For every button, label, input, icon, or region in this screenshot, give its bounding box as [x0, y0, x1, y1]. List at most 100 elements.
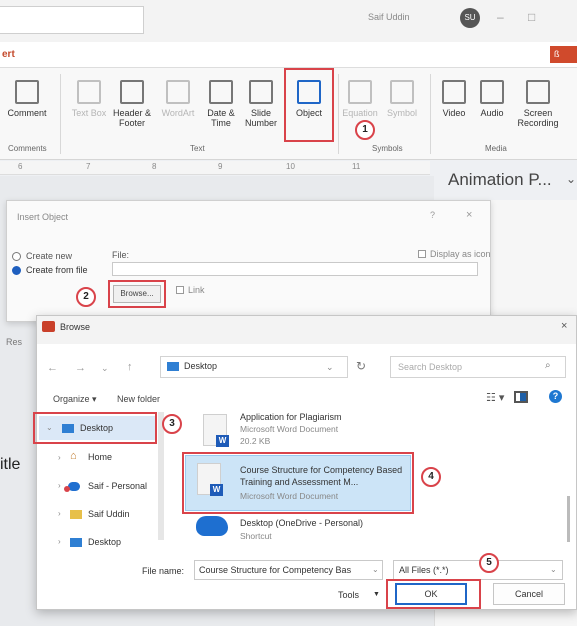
- ruler-tick: 11: [352, 162, 361, 171]
- ruler-tick: 10: [286, 162, 295, 171]
- group-label-comments: Comments: [8, 144, 47, 153]
- slide-number-button[interactable]: Slide Number: [242, 80, 280, 128]
- chevron-right-icon[interactable]: ›: [58, 537, 61, 546]
- chevron-down-icon[interactable]: ⌄: [372, 565, 379, 574]
- sidebar-item-desktop-2[interactable]: Desktop: [88, 537, 121, 547]
- slide-title-placeholder[interactable]: itle: [0, 456, 20, 474]
- chevron-down-icon[interactable]: ⌄: [326, 362, 334, 373]
- help-icon[interactable]: ?: [430, 210, 435, 220]
- wordart-icon: [166, 80, 190, 104]
- new-folder-button[interactable]: New folder: [117, 394, 160, 404]
- create-new-label: Create new: [26, 251, 73, 261]
- caret-down-icon[interactable]: ▼: [373, 591, 380, 598]
- file-path-input[interactable]: [112, 262, 478, 276]
- sidebar-item-home[interactable]: Home: [88, 452, 112, 462]
- sidebar-item-onedrive[interactable]: Saif - Personal: [88, 481, 147, 491]
- tab-insert[interactable]: ert: [2, 49, 15, 60]
- file-list-scrollbar[interactable]: [567, 496, 570, 542]
- display-as-icon-checkbox[interactable]: [418, 250, 426, 258]
- minimize-icon[interactable]: –: [497, 10, 504, 24]
- chevron-down-icon[interactable]: ⌄: [101, 363, 109, 374]
- ribbon-tab-row: [0, 42, 577, 68]
- view-options-icon[interactable]: ☷ ▾: [486, 391, 504, 404]
- home-icon: ⌂: [70, 450, 77, 462]
- comment-icon: [15, 80, 39, 104]
- file-size: 20.2 KB: [240, 436, 271, 446]
- date-time-icon: [209, 80, 233, 104]
- file-name-value: Course Structure for Competency Bas: [199, 565, 352, 575]
- restore-icon[interactable]: □: [528, 10, 535, 24]
- avatar[interactable]: SU: [460, 8, 480, 28]
- chevron-down-icon[interactable]: ⌄: [46, 423, 53, 432]
- file-label: File:: [112, 250, 130, 260]
- file-type: Shortcut: [240, 531, 272, 541]
- screen-recording-button[interactable]: Screen Recording: [510, 80, 566, 128]
- result-label: Res: [6, 337, 23, 347]
- ruler-tick: 9: [218, 162, 223, 171]
- video-button[interactable]: Video: [436, 80, 472, 118]
- help-icon[interactable]: ?: [549, 390, 562, 403]
- search-placeholder: Search Desktop: [398, 362, 463, 372]
- date-time-button[interactable]: Date & Time: [202, 80, 240, 128]
- create-from-file-label: Create from file: [26, 265, 88, 275]
- cancel-button[interactable]: Cancel: [493, 583, 565, 605]
- close-icon[interactable]: ×: [466, 209, 472, 221]
- chevron-down-icon[interactable]: ⌄: [550, 565, 557, 574]
- step-callout-2: 2: [76, 287, 96, 307]
- file-highlight: [182, 452, 414, 514]
- symbol-button[interactable]: Symbol: [382, 80, 422, 118]
- refresh-icon[interactable]: ↻: [356, 359, 366, 373]
- address-text: Desktop: [184, 361, 218, 371]
- wordart-button[interactable]: WordArt: [157, 80, 199, 118]
- desktop-folder-icon: [167, 362, 179, 371]
- desktop-folder-icon: [70, 538, 82, 547]
- onedrive-shortcut-icon: [196, 516, 228, 536]
- file-name[interactable]: Desktop (OneDrive - Personal): [240, 518, 363, 528]
- ribbon-separator: [338, 74, 339, 154]
- audio-icon: [480, 80, 504, 104]
- ruler: 6 7 8 9 10 11: [0, 161, 430, 175]
- comment-button[interactable]: Comment: [4, 80, 50, 118]
- sidebar-item-saif-uddin[interactable]: Saif Uddin: [88, 509, 130, 519]
- text-box-button[interactable]: Text Box: [70, 80, 108, 118]
- chevron-right-icon[interactable]: ›: [58, 509, 61, 518]
- organize-button[interactable]: Organize ▾: [53, 394, 97, 405]
- group-label-media: Media: [485, 144, 507, 153]
- file-name[interactable]: Application for Plagiarism: [240, 412, 342, 422]
- group-label-symbols: Symbols: [372, 144, 403, 153]
- ruler-tick: 8: [152, 162, 157, 171]
- sync-error-badge: [64, 486, 70, 492]
- header-footer-icon: [120, 80, 144, 104]
- animation-pane-title: Animation P...: [448, 170, 552, 189]
- equation-button[interactable]: Equation: [340, 80, 380, 118]
- create-new-radio[interactable]: [12, 252, 21, 261]
- step-callout-1: 1: [355, 120, 375, 140]
- browse-highlight: [108, 280, 166, 308]
- forward-arrow-icon[interactable]: →: [75, 362, 86, 374]
- slide-number-icon: [249, 80, 273, 104]
- preview-pane-fill: [520, 393, 526, 401]
- audio-button[interactable]: Audio: [474, 80, 510, 118]
- symbol-icon: [390, 80, 414, 104]
- search-icon: ⌕: [545, 360, 551, 371]
- link-checkbox[interactable]: [176, 286, 184, 294]
- step-callout-3: 3: [162, 414, 182, 434]
- create-from-file-radio[interactable]: [12, 266, 21, 275]
- link-label: Link: [188, 285, 205, 295]
- back-arrow-icon[interactable]: ←: [47, 362, 58, 374]
- browse-dialog-title: Browse: [60, 322, 91, 332]
- up-arrow-icon[interactable]: ↑: [127, 361, 133, 373]
- ribbon-separator: [430, 74, 431, 154]
- close-icon[interactable]: ×: [561, 320, 567, 332]
- chevron-down-icon[interactable]: ⌄: [566, 172, 576, 186]
- chevron-right-icon[interactable]: ›: [58, 453, 61, 462]
- browse-dialog-header: [37, 316, 576, 344]
- header-footer-button[interactable]: Header & Footer: [110, 80, 154, 128]
- share-button[interactable]: ß: [550, 46, 577, 63]
- tools-button[interactable]: Tools: [338, 590, 359, 600]
- video-icon: [442, 80, 466, 104]
- nav-scrollbar[interactable]: [158, 412, 164, 540]
- file-name-label: File name:: [142, 566, 185, 576]
- title-search-box[interactable]: [0, 6, 144, 34]
- chevron-right-icon[interactable]: ›: [58, 481, 61, 490]
